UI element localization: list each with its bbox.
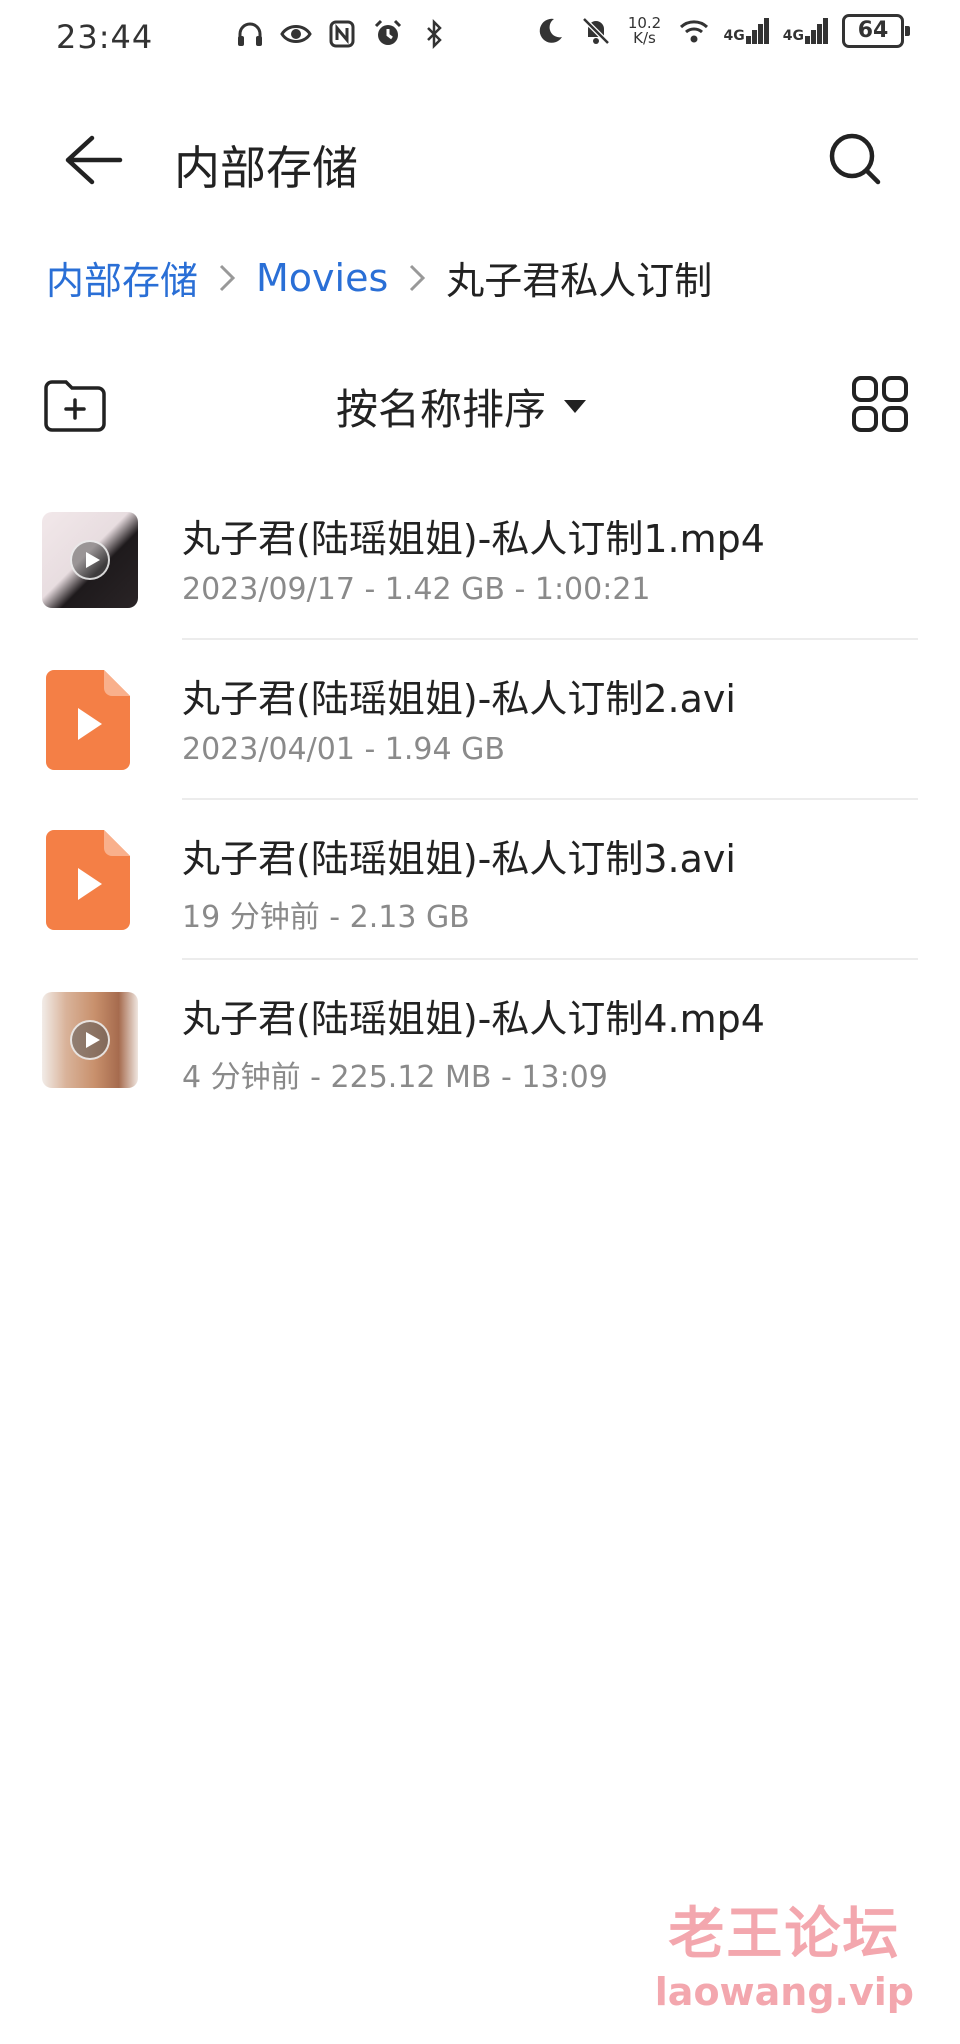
wifi-icon <box>679 20 708 43</box>
breadcrumb-current: 丸子君私人订制 <box>446 259 713 303</box>
headphones-icon <box>238 22 262 46</box>
play-icon <box>70 540 110 580</box>
new-folder-icon[interactable] <box>42 376 108 434</box>
watermark-text-cn: 老王论坛 <box>668 1902 901 1967</box>
app-bar: 内部存储 <box>0 100 960 220</box>
battery-indicator: 64 <box>842 14 910 48</box>
breadcrumb: 内部存储 Movies 丸子君私人订制 <box>46 250 712 305</box>
list-item[interactable]: 丸子君(陆瑶姐姐)-私人订制3.avi 19 分钟前 - 2.13 GB <box>0 800 960 960</box>
grid-view-icon[interactable] <box>848 372 912 436</box>
breadcrumb-internal-storage[interactable]: 内部存储 <box>46 250 198 305</box>
file-meta: 2023/04/01 - 1.94 GB <box>182 732 505 767</box>
list-item[interactable]: 丸子君(陆瑶姐姐)-私人订制2.avi 2023/04/01 - 1.94 GB <box>0 640 960 800</box>
list-item[interactable]: 丸子君(陆瑶姐姐)-私人订制1.mp4 2023/09/17 - 1.42 GB… <box>0 480 960 640</box>
status-left-icons <box>234 18 450 50</box>
signal-2: 4G <box>783 18 828 44</box>
sort-dropdown[interactable]: 按名称排序 <box>336 376 587 437</box>
net-speed-unit: K/s <box>633 29 656 47</box>
video-thumbnail <box>42 992 138 1088</box>
sort-label: 按名称排序 <box>336 385 547 434</box>
play-icon <box>70 1020 110 1060</box>
page-title: 内部存储 <box>174 141 358 195</box>
breadcrumb-movies[interactable]: Movies <box>256 256 388 300</box>
file-meta: 19 分钟前 - 2.13 GB <box>182 900 470 935</box>
file-list: 丸子君(陆瑶姐姐)-私人订制1.mp4 2023/09/17 - 1.42 GB… <box>0 480 960 1120</box>
file-name: 丸子君(陆瑶姐姐)-私人订制1.mp4 <box>182 517 765 561</box>
video-file-icon <box>46 670 130 770</box>
watermark: 老王论坛 laowang.vip <box>655 1889 914 2014</box>
video-thumbnail <box>42 512 138 608</box>
bell-muted-icon <box>581 17 610 45</box>
chevron-right-icon <box>410 264 426 291</box>
video-file-icon <box>46 830 130 930</box>
signal-2-label: 4G <box>782 28 804 44</box>
chevron-right-icon <box>219 264 236 291</box>
file-meta: 2023/09/17 - 1.42 GB - 1:00:21 <box>182 572 651 607</box>
file-meta: 4 分钟前 - 225.12 MB - 13:09 <box>182 1060 608 1095</box>
nfc-icon <box>329 20 355 48</box>
bluetooth-icon <box>427 18 442 50</box>
toolbar: 按名称排序 <box>0 360 960 450</box>
file-name: 丸子君(陆瑶姐姐)-私人订制4.mp4 <box>182 997 765 1041</box>
eye-icon <box>280 25 312 43</box>
caret-down-icon <box>564 400 587 413</box>
back-arrow-icon[interactable] <box>58 130 128 190</box>
file-name: 丸子君(陆瑶姐姐)-私人订制2.avi <box>182 677 736 721</box>
signal-1-label: 4G <box>723 28 745 44</box>
status-time: 23:44 <box>56 18 154 56</box>
status-right-icons: 10.2 K/s 4G 4G 64 <box>534 14 910 48</box>
search-icon[interactable] <box>824 128 888 192</box>
list-item[interactable]: 丸子君(陆瑶姐姐)-私人订制4.mp4 4 分钟前 - 225.12 MB - … <box>0 960 960 1120</box>
signal-1: 4G <box>724 18 769 44</box>
file-name: 丸子君(陆瑶姐姐)-私人订制3.avi <box>182 837 736 881</box>
net-speed: 10.2 K/s <box>626 16 664 46</box>
moon-icon <box>539 18 562 43</box>
watermark-text-en: laowang.vip <box>654 1970 914 2014</box>
alarm-icon <box>374 19 402 45</box>
status-bar: 23:44 10.2 K/s 4G 4G 64 <box>0 0 960 80</box>
